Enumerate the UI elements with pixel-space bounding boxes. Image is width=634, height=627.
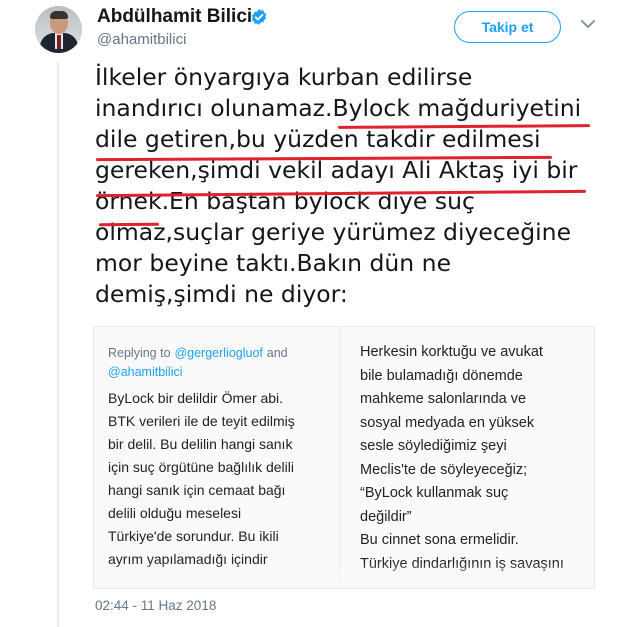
tweet-line: mor beyine taktı.Bakın dün ne [95,249,452,277]
screenshot-text-line: ByLock bir delildir Ömer abi. [108,390,284,406]
screenshot-text-line: hangi sanık için cemaat bağı [108,482,286,498]
screenshot-left-column: Replying to @gergerliogluof and @ahamitb… [108,343,295,571]
screenshot-text-line: Herkesin korktuğu ve avukat [360,344,543,360]
thread-line [57,62,59,627]
tweet-line: İlkeler önyargıya kurban edilirse [95,63,473,91]
screenshot-text-line: delili olduğu meselesi [108,505,242,521]
replying-to-line: @ahamitbilici [108,362,295,381]
replying-to-label: Replying to [108,346,171,360]
mention-link: @ahamitbilici [108,365,183,379]
screenshot-text-line: sesle söylediğimiz şeyi [360,438,507,454]
mention-link: @gergerliogluof [174,346,263,360]
screenshot-text-line: Bu cinnet sona ermelidir. [360,532,519,548]
tweet-line: olmaz,suçlar geriye yürümez diyeceğine [95,218,572,246]
media-fade [94,562,594,588]
tweet-media-image[interactable]: Replying to @gergerliogluof and @ahamitb… [93,326,595,589]
red-underline [98,222,160,227]
screenshot-text-line: değildir” [360,508,412,525]
tweet-line: inandırıcı olunamaz.Bylock mağduriyetini [95,94,582,122]
screenshot-text-line: Meclis'te de söyleyeceğiz; [360,461,528,478]
and-label: and [266,346,288,360]
screenshot-text-line: “ByLock kullanmak suç [360,485,509,501]
media-divider [339,327,340,588]
screenshot-text-line: Türkiye'de sorundur. Bu ikili [108,528,279,544]
user-handle[interactable]: @ahamitbilici [97,31,186,48]
screenshot-text-line: mahkeme salonlarında ve [360,391,527,407]
chevron-down-icon[interactable] [580,18,596,30]
screenshot-right-column: Herkesin korktuğu ve avukat bile bulamad… [360,341,564,576]
follow-button[interactable]: Takip et [454,11,561,43]
verified-badge-icon [251,9,267,25]
screenshot-text-line: için suç örgütüne bağlılık delili [108,459,294,475]
screenshot-text-line: bir delil. Bu delilin hangi sanık [108,436,293,452]
tweet-timestamp[interactable]: 02:44 - 11 Haz 2018 [95,598,216,613]
tweet-text: İlkeler önyargıya kurban edilirse inandı… [95,62,615,310]
screenshot-text-line: BTK verileri ile de teyit edilmiş [108,413,295,429]
avatar[interactable] [35,6,82,53]
tweet-line: demiş,şimdi ne diyor: [95,280,348,308]
screenshot-text-line: sosyal medyada en yüksek [360,414,535,431]
user-name[interactable]: Abdülhamit Bilici [97,6,252,28]
screenshot-text-line: bile bulamadığı dönemde [360,367,523,384]
replying-to-line: Replying to @gergerliogluof and [108,343,295,362]
